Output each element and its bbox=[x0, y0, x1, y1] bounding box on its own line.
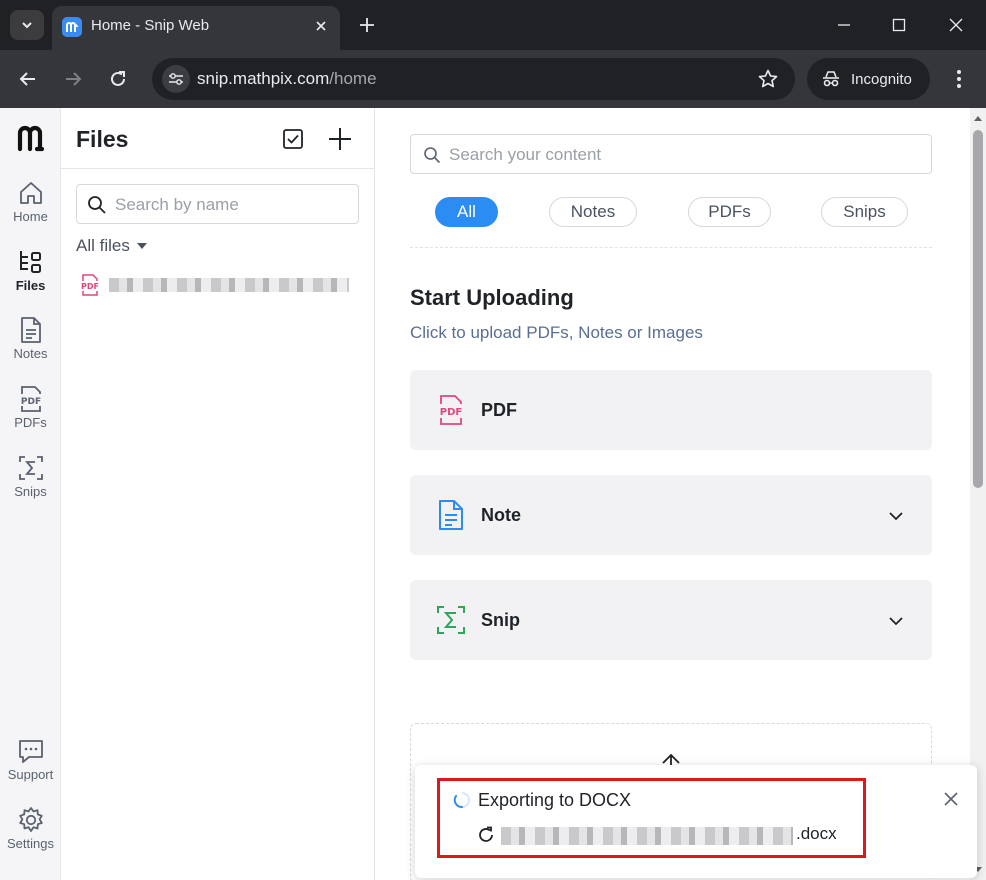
svg-text:PDF: PDF bbox=[440, 407, 462, 418]
nav-item-snips[interactable]: Snips bbox=[0, 453, 61, 513]
bookmark-star-icon[interactable] bbox=[756, 67, 780, 91]
nav-rail: Home Files Notes PDF PDFs Snips Support … bbox=[0, 108, 61, 880]
upload-note-card[interactable]: Note bbox=[410, 475, 932, 555]
search-by-name-field[interactable] bbox=[76, 184, 359, 224]
support-icon bbox=[16, 736, 46, 766]
tab-close-icon[interactable] bbox=[312, 17, 330, 35]
svg-text:PDF: PDF bbox=[20, 397, 40, 407]
browser-tab[interactable]: Home - Snip Web bbox=[52, 6, 340, 50]
page: Home Files Notes PDF PDFs Snips Support … bbox=[0, 108, 986, 880]
tab-title: Home - Snip Web bbox=[91, 17, 210, 34]
files-title: Files bbox=[76, 126, 129, 152]
filter-notes[interactable]: Notes bbox=[549, 197, 637, 227]
chevron-down-icon[interactable] bbox=[887, 612, 905, 630]
snips-icon bbox=[16, 453, 46, 483]
all-files-label: All files bbox=[76, 236, 130, 255]
upload-snip-card[interactable]: Snip bbox=[410, 580, 932, 660]
file-list-item[interactable]: PDF bbox=[76, 271, 366, 299]
upload-snip-label: Snip bbox=[481, 610, 520, 630]
tab-search-button[interactable] bbox=[10, 10, 44, 40]
nav-item-notes[interactable]: Notes bbox=[0, 315, 61, 375]
files-header: Files bbox=[61, 108, 375, 169]
snip-icon bbox=[437, 606, 465, 634]
minimize-icon[interactable] bbox=[831, 12, 857, 38]
browser-toolbar: snip.mathpix.com/home Incognito bbox=[0, 50, 986, 108]
export-toast: Exporting to DOCX .docx bbox=[415, 765, 977, 878]
search-by-name-input[interactable] bbox=[115, 193, 350, 217]
refresh-icon bbox=[479, 826, 493, 842]
redacted-export-file-name bbox=[501, 827, 793, 845]
note-icon bbox=[439, 500, 463, 530]
nav-item-home[interactable]: Home bbox=[0, 178, 61, 238]
forward-arrow-icon[interactable] bbox=[59, 65, 87, 93]
new-tab-plus-icon[interactable] bbox=[354, 12, 380, 38]
upload-pdf-label: PDF bbox=[481, 400, 517, 420]
chevron-down-icon[interactable] bbox=[887, 507, 905, 525]
pdfs-icon: PDF bbox=[16, 384, 46, 414]
redacted-file-name bbox=[109, 278, 349, 292]
toast-title: Exporting to DOCX bbox=[478, 790, 632, 810]
home-icon bbox=[16, 178, 46, 208]
back-arrow-icon[interactable] bbox=[14, 65, 42, 93]
search-icon bbox=[424, 147, 441, 164]
upload-note-label: Note bbox=[481, 505, 521, 525]
content-search-field[interactable] bbox=[410, 134, 932, 174]
filter-all[interactable]: All bbox=[435, 197, 498, 227]
reload-icon[interactable] bbox=[104, 65, 132, 93]
upload-pdf-card[interactable]: PDF PDF bbox=[410, 370, 932, 450]
nav-item-settings[interactable]: Settings bbox=[0, 805, 61, 865]
notes-icon bbox=[16, 315, 46, 345]
loading-spinner-icon bbox=[453, 792, 470, 808]
browser-menu-dots-icon[interactable] bbox=[945, 65, 973, 93]
caret-down-icon bbox=[136, 243, 147, 249]
window-close-icon[interactable] bbox=[943, 12, 969, 38]
start-uploading-subtitle: Click to upload PDFs, Notes or Images bbox=[410, 323, 703, 342]
mathpix-logo-icon[interactable] bbox=[15, 123, 45, 153]
settings-icon bbox=[16, 805, 46, 835]
incognito-icon bbox=[823, 71, 839, 87]
scroll-up-arrow-icon[interactable] bbox=[973, 114, 983, 124]
filter-snips[interactable]: Snips bbox=[821, 197, 908, 227]
files-icon bbox=[16, 247, 46, 277]
mathpix-favicon-icon bbox=[62, 17, 82, 37]
select-checkbox-icon[interactable] bbox=[280, 126, 306, 152]
incognito-label: Incognito bbox=[851, 70, 912, 88]
start-uploading-title: Start Uploading bbox=[410, 285, 574, 310]
all-files-dropdown[interactable]: All files bbox=[76, 236, 148, 256]
svg-text:PDF: PDF bbox=[81, 282, 99, 291]
filter-pdfs[interactable]: PDFs bbox=[688, 197, 771, 227]
content-search-input[interactable] bbox=[449, 143, 919, 167]
nav-item-support[interactable]: Support bbox=[0, 736, 61, 796]
add-file-plus-icon[interactable] bbox=[326, 125, 354, 153]
nav-item-files[interactable]: Files bbox=[0, 247, 61, 307]
address-bar[interactable]: snip.mathpix.com/home bbox=[152, 58, 795, 100]
chevron-down-icon bbox=[22, 22, 32, 29]
search-icon bbox=[88, 196, 106, 214]
site-settings-icon[interactable] bbox=[162, 65, 190, 93]
files-panel: Files All files PDF bbox=[61, 108, 375, 880]
scrollbar-thumb[interactable] bbox=[973, 130, 983, 488]
nav-item-pdfs[interactable]: PDF PDFs bbox=[0, 384, 61, 444]
url-text: snip.mathpix.com/home bbox=[197, 69, 377, 88]
incognito-badge[interactable]: Incognito bbox=[807, 58, 930, 100]
close-icon[interactable] bbox=[942, 790, 960, 808]
pdf-icon: PDF bbox=[440, 395, 462, 425]
maximize-icon[interactable] bbox=[886, 12, 912, 38]
browser-tabstrip: Home - Snip Web bbox=[0, 0, 986, 50]
divider bbox=[410, 247, 932, 248]
pdf-file-icon: PDF bbox=[81, 274, 99, 296]
toast-file-extension: .docx bbox=[796, 824, 837, 843]
